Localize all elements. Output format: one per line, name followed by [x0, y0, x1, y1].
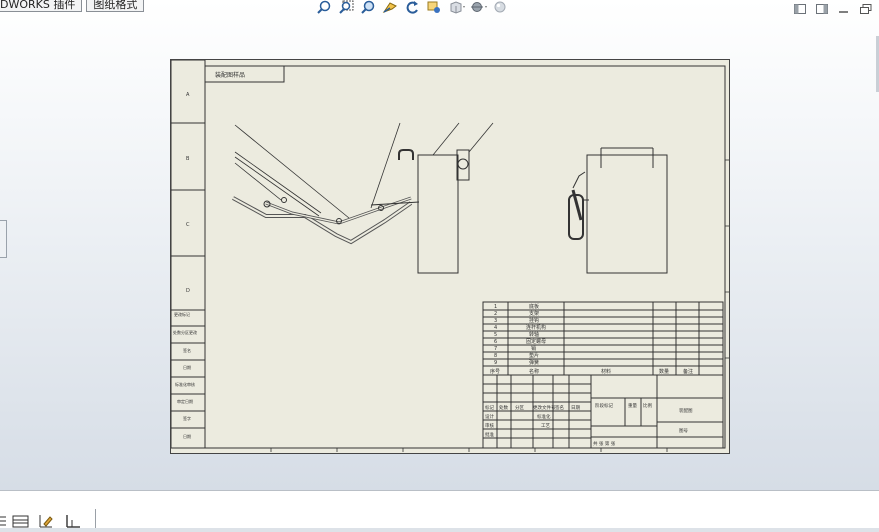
drawing-sheet[interactable]: 装配图样品 A B C D 更改标记 处数分区更改 签名 日期 标准化审核 审定…	[170, 59, 730, 454]
title-label: 标准化	[537, 413, 551, 420]
bom-row-name: 挂钩	[529, 317, 539, 324]
title-label: 签名	[555, 404, 564, 411]
border-letter-c: C	[186, 222, 190, 228]
side-label: 审定日期	[177, 398, 193, 404]
side-view[interactable]	[568, 147, 668, 274]
side-label: 日期	[183, 433, 191, 439]
header-text: 装配图样品	[215, 71, 245, 79]
scale-label: 比例	[643, 402, 652, 409]
bom-row-no: 8	[494, 353, 497, 359]
drawing-number: 图号	[679, 428, 688, 434]
weight-label: 重量	[628, 402, 637, 409]
bom-row-name: 垫片	[529, 352, 539, 359]
zoom-in-out-icon[interactable]	[359, 0, 377, 14]
tab-sheet-format[interactable]: 图纸格式	[86, 0, 145, 12]
title-label: 日期	[571, 405, 580, 411]
revision-side-block: 更改标记 处数分区更改 签名 日期 标准化审核 审定日期 签字 日期	[171, 309, 206, 449]
title-label: 更改文件号	[533, 404, 556, 411]
side-label: 处数分区更改	[173, 329, 197, 335]
drawing-canvas: 装配图样品 A B C D 更改标记 处数分区更改 签名 日期 标准化审核 审定…	[171, 60, 729, 452]
view-orientation-icon[interactable]	[447, 0, 465, 14]
status-separator	[95, 509, 96, 528]
tile-right-icon[interactable]	[815, 0, 829, 14]
title-label: 标记	[485, 404, 494, 411]
title-block[interactable]: 标记 处数 分区 更改文件号 签名 日期 设计 标准化 审核 工艺 批准 阶段标…	[482, 374, 724, 449]
pan-icon[interactable]	[381, 0, 399, 14]
layers-icon[interactable]	[0, 513, 8, 532]
restore-icon[interactable]	[859, 0, 873, 14]
side-label: 签名	[183, 347, 191, 353]
bom-row-no: 3	[494, 318, 497, 324]
tile-left-icon[interactable]	[793, 0, 807, 14]
sketch-icon[interactable]	[38, 513, 56, 532]
side-label: 更改标记	[174, 311, 190, 317]
title-label: 工艺	[541, 423, 550, 429]
bom-row-no: 1	[494, 304, 497, 310]
bom-row-name: 支架	[529, 310, 539, 317]
sheet-info: 共 张 第 张	[593, 440, 616, 447]
border-letter-a: A	[186, 92, 190, 98]
status-bar	[0, 490, 879, 528]
display-style-icon[interactable]	[469, 0, 487, 14]
bom-row-no: 6	[494, 339, 497, 345]
feature-manager-collapse-handle[interactable]	[0, 220, 7, 258]
minimize-icon[interactable]	[837, 0, 851, 13]
bom-row-no: 5	[494, 332, 497, 338]
bom-row-no: 2	[494, 311, 497, 317]
drawing-name: 装配图	[679, 407, 693, 414]
bom-row-no: 4	[494, 325, 497, 331]
heads-up-toolbar	[315, 0, 509, 14]
front-view[interactable]	[232, 124, 470, 274]
bom-row-no: 7	[494, 346, 497, 352]
bom-row-name: 销	[531, 345, 536, 352]
zoom-area-icon[interactable]	[337, 0, 355, 14]
border-letter-b: B	[186, 156, 190, 162]
bom-row-name: 连杆机构	[526, 324, 546, 331]
previous-view-icon[interactable]	[425, 0, 443, 14]
bom-header-material: 材料	[601, 368, 611, 375]
side-label: 签字	[183, 415, 191, 421]
zoom-fit-icon[interactable]	[315, 0, 333, 14]
bom-row-no: 9	[494, 360, 497, 366]
bom-header-no: 序号	[490, 368, 500, 375]
snap-icon[interactable]	[64, 513, 82, 532]
title-label: 审核	[485, 422, 494, 429]
balloon-leaders	[370, 122, 494, 209]
appearance-icon[interactable]	[491, 0, 509, 14]
title-label: 设计	[485, 413, 494, 420]
title-label: 处数	[499, 404, 508, 411]
bom-row-name: 转轴	[529, 331, 539, 338]
rotate-icon[interactable]	[403, 0, 421, 14]
bom-header-remark: 备注	[683, 368, 693, 375]
bom-row-name: 底板	[529, 303, 539, 310]
grid-icon[interactable]	[12, 513, 30, 532]
command-tabs: DWORKS 插件 图纸格式	[0, 0, 148, 12]
graphics-area[interactable]: DWORKS 插件 图纸格式 装配图样品 A B C D 更改标记 处数分区更改…	[0, 0, 879, 490]
left-zone-strip: A B C D	[171, 60, 206, 311]
border-letter-d: D	[186, 288, 190, 294]
title-label: 批准	[485, 431, 494, 438]
bom-table[interactable]: 1 底板 2 支架 3 挂钩 4 连杆机构 5 转轴 6 固定螺母 7 销 8 …	[482, 301, 724, 376]
tab-addins[interactable]: DWORKS 插件	[0, 0, 83, 12]
bom-header-name: 名称	[529, 368, 539, 375]
bom-row-name: 固定螺母	[526, 338, 546, 345]
stage-label: 阶段标记	[595, 402, 613, 409]
bom-row-name: 弹簧	[529, 359, 539, 366]
bom-header-qty: 数量	[659, 368, 669, 375]
window-controls	[793, 0, 873, 14]
side-label: 标准化审核	[175, 381, 195, 387]
title-label: 分区	[515, 404, 524, 411]
side-label: 日期	[183, 364, 191, 370]
